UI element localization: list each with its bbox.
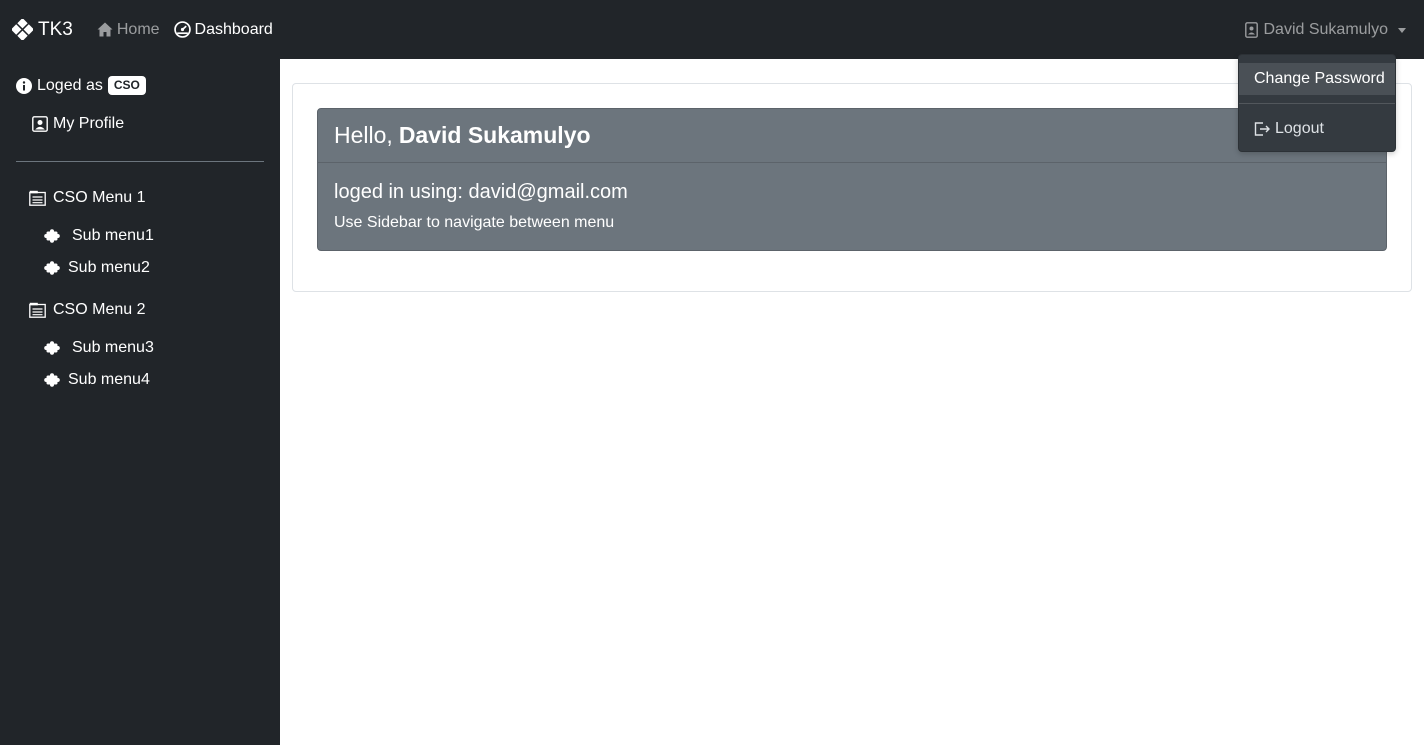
sidebar-sub-menu-1[interactable]: Sub menu1 [44,227,154,245]
nav-home[interactable]: Home [97,21,160,39]
sidebar-sub-menu-4[interactable]: Sub menu4 [44,371,150,389]
sidebar-sub-menu-3[interactable]: Sub menu3 [44,339,154,357]
logout-label: Logout [1275,120,1324,137]
house-icon [97,22,113,37]
nav-home-label: Home [116,20,160,38]
sidebar-menu-2-label: CSO Menu 2 [53,301,146,318]
my-profile-link[interactable]: My Profile [32,115,124,133]
info-circle-icon [16,77,32,94]
sidebar-menu-2[interactable]: CSO Menu 2 [29,301,145,319]
logout-item[interactable]: Logout [1239,113,1395,145]
sidebar-menu-1-label: CSO Menu 1 [53,189,146,206]
welcome-card: Hello, David Sukamulyo loged in using: d… [317,108,1387,251]
greeting: Hello, [334,122,393,148]
sidebar: Loged as CSO My Profile CSO Menu 1 Sub m… [0,59,280,745]
card-list-icon [29,190,46,206]
dropdown-divider [1239,103,1395,104]
user-dropdown-menu: Change Password Logout [1238,54,1396,152]
sidebar-sub-menu-2-label: Sub menu2 [68,259,150,276]
login-email-line: loged in using: david@gmail.com [334,181,628,203]
person-badge-icon [1244,21,1258,38]
sidebar-sub-menu-1-label: Sub menu1 [72,227,154,244]
role-badge: CSO [107,76,146,95]
brand[interactable]: TK3 [12,19,73,41]
navigation-note: Use Sidebar to navigate between menu [334,214,615,231]
caret-down-icon [1398,28,1406,33]
diamond-logo-icon [12,19,33,40]
top-navbar: TK3 Home Dashboard David Sukamulyo [0,0,1424,59]
puzzle-icon [44,229,60,243]
my-profile-label: My Profile [53,115,125,132]
sidebar-sub-menu-4-label: Sub menu4 [68,371,150,388]
change-password-item[interactable]: Change Password [1239,63,1395,95]
person-square-icon [32,116,48,132]
logged-as: Loged as CSO [16,76,146,95]
nav-dashboard-label: Dashboard [194,20,273,38]
user-dropdown-toggle[interactable]: David Sukamulyo [1244,0,1406,59]
sidebar-sub-menu-2[interactable]: Sub menu2 [44,259,150,277]
logged-as-label: Loged as [37,76,103,94]
user-name: David Sukamulyo [1263,20,1389,38]
sidebar-divider [16,161,264,162]
brand-text: TK3 [38,18,73,40]
change-password-label: Change Password [1254,70,1385,87]
sidebar-sub-menu-3-label: Sub menu3 [72,339,154,356]
card-list-icon [29,302,46,318]
puzzle-icon [44,341,60,355]
welcome-body: loged in using: david@gmail.com Use Side… [318,181,1386,232]
puzzle-icon [44,373,60,387]
logout-icon [1254,122,1270,136]
speedometer-icon [173,21,191,38]
nav-dashboard[interactable]: Dashboard [173,20,273,39]
sidebar-menu-1[interactable]: CSO Menu 1 [29,189,145,207]
welcome-header: Hello, David Sukamulyo [318,109,1386,163]
puzzle-icon [44,261,60,275]
welcome-user-name: David Sukamulyo [398,122,591,148]
